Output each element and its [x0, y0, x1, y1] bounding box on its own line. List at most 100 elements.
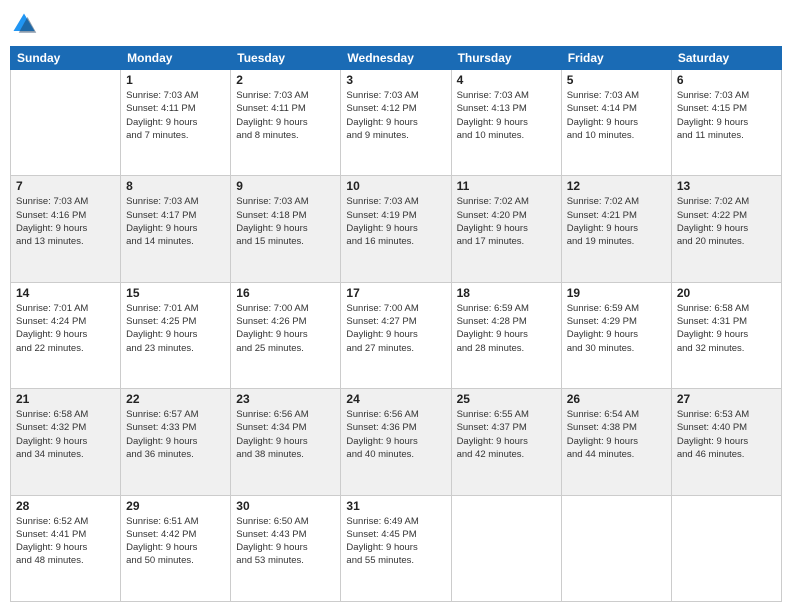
day-number: 5 [567, 73, 666, 87]
day-info: Sunrise: 6:52 AMSunset: 4:41 PMDaylight:… [16, 515, 115, 568]
calendar-table: SundayMondayTuesdayWednesdayThursdayFrid… [10, 46, 782, 602]
day-info: Sunrise: 7:02 AMSunset: 4:22 PMDaylight:… [677, 195, 776, 248]
calendar-cell: 8 Sunrise: 7:03 AMSunset: 4:17 PMDaylight… [121, 176, 231, 282]
day-number: 15 [126, 286, 225, 300]
header [10, 10, 782, 38]
weekday-header: Monday [121, 47, 231, 70]
calendar-cell: 18 Sunrise: 6:59 AMSunset: 4:28 PMDayligh… [451, 282, 561, 388]
calendar-cell: 24 Sunrise: 6:56 AMSunset: 4:36 PMDayligh… [341, 389, 451, 495]
calendar-header-row: SundayMondayTuesdayWednesdayThursdayFrid… [11, 47, 782, 70]
day-number: 23 [236, 392, 335, 406]
calendar-cell: 7 Sunrise: 7:03 AMSunset: 4:16 PMDaylight… [11, 176, 121, 282]
day-info: Sunrise: 7:01 AMSunset: 4:25 PMDaylight:… [126, 302, 225, 355]
calendar-cell: 5 Sunrise: 7:03 AMSunset: 4:14 PMDaylight… [561, 70, 671, 176]
calendar-cell: 10 Sunrise: 7:03 AMSunset: 4:19 PMDayligh… [341, 176, 451, 282]
calendar-cell: 30 Sunrise: 6:50 AMSunset: 4:43 PMDayligh… [231, 495, 341, 601]
calendar-cell [561, 495, 671, 601]
day-number: 18 [457, 286, 556, 300]
calendar-cell: 17 Sunrise: 7:00 AMSunset: 4:27 PMDayligh… [341, 282, 451, 388]
weekday-header: Wednesday [341, 47, 451, 70]
calendar-cell: 6 Sunrise: 7:03 AMSunset: 4:15 PMDaylight… [671, 70, 781, 176]
calendar-week-row: 14 Sunrise: 7:01 AMSunset: 4:24 PMDayligh… [11, 282, 782, 388]
page: SundayMondayTuesdayWednesdayThursdayFrid… [0, 0, 792, 612]
calendar-cell: 22 Sunrise: 6:57 AMSunset: 4:33 PMDayligh… [121, 389, 231, 495]
calendar-cell: 28 Sunrise: 6:52 AMSunset: 4:41 PMDayligh… [11, 495, 121, 601]
day-info: Sunrise: 7:03 AMSunset: 4:17 PMDaylight:… [126, 195, 225, 248]
day-info: Sunrise: 7:03 AMSunset: 4:15 PMDaylight:… [677, 89, 776, 142]
day-info: Sunrise: 6:58 AMSunset: 4:32 PMDaylight:… [16, 408, 115, 461]
day-number: 31 [346, 499, 445, 513]
day-number: 22 [126, 392, 225, 406]
calendar-cell: 19Sunrise: 6:59 AMSunset: 4:29 PMDayligh… [561, 282, 671, 388]
day-info: Sunrise: 7:03 AMSunset: 4:12 PMDaylight:… [346, 89, 445, 142]
calendar-cell: 4 Sunrise: 7:03 AMSunset: 4:13 PMDaylight… [451, 70, 561, 176]
day-info: Sunrise: 6:57 AMSunset: 4:33 PMDaylight:… [126, 408, 225, 461]
day-number: 7 [16, 179, 115, 193]
logo-icon [10, 10, 38, 38]
day-number: 13 [677, 179, 776, 193]
calendar-cell [11, 70, 121, 176]
day-info: Sunrise: 6:56 AMSunset: 4:34 PMDaylight:… [236, 408, 335, 461]
day-info: Sunrise: 6:56 AMSunset: 4:36 PMDaylight:… [346, 408, 445, 461]
day-info: Sunrise: 6:50 AMSunset: 4:43 PMDaylight:… [236, 515, 335, 568]
day-info: Sunrise: 6:59 AMSunset: 4:28 PMDaylight:… [457, 302, 556, 355]
day-info: Sunrise: 7:00 AMSunset: 4:27 PMDaylight:… [346, 302, 445, 355]
calendar-cell: 20 Sunrise: 6:58 AMSunset: 4:31 PMDayligh… [671, 282, 781, 388]
day-number: 21 [16, 392, 115, 406]
logo [10, 10, 42, 38]
day-number: 29 [126, 499, 225, 513]
calendar-cell: 16Sunrise: 7:00 AMSunset: 4:26 PMDayligh… [231, 282, 341, 388]
day-info: Sunrise: 7:03 AMSunset: 4:16 PMDaylight:… [16, 195, 115, 248]
day-number: 4 [457, 73, 556, 87]
calendar-cell: 23 Sunrise: 6:56 AMSunset: 4:34 PMDayligh… [231, 389, 341, 495]
day-number: 30 [236, 499, 335, 513]
day-number: 6 [677, 73, 776, 87]
day-info: Sunrise: 7:03 AMSunset: 4:11 PMDaylight:… [126, 89, 225, 142]
day-number: 24 [346, 392, 445, 406]
calendar-cell: 25Sunrise: 6:55 AMSunset: 4:37 PMDayligh… [451, 389, 561, 495]
weekday-header: Thursday [451, 47, 561, 70]
day-number: 11 [457, 179, 556, 193]
day-info: Sunrise: 6:53 AMSunset: 4:40 PMDaylight:… [677, 408, 776, 461]
calendar-cell: 29 Sunrise: 6:51 AMSunset: 4:42 PMDayligh… [121, 495, 231, 601]
day-info: Sunrise: 7:01 AMSunset: 4:24 PMDaylight:… [16, 302, 115, 355]
calendar-cell: 14 Sunrise: 7:01 AMSunset: 4:24 PMDayligh… [11, 282, 121, 388]
day-number: 12 [567, 179, 666, 193]
day-info: Sunrise: 6:54 AMSunset: 4:38 PMDaylight:… [567, 408, 666, 461]
day-number: 20 [677, 286, 776, 300]
calendar-cell [451, 495, 561, 601]
day-info: Sunrise: 7:03 AMSunset: 4:14 PMDaylight:… [567, 89, 666, 142]
calendar-cell [671, 495, 781, 601]
day-number: 10 [346, 179, 445, 193]
weekday-header: Tuesday [231, 47, 341, 70]
day-info: Sunrise: 7:00 AMSunset: 4:26 PMDaylight:… [236, 302, 335, 355]
day-info: Sunrise: 7:03 AMSunset: 4:11 PMDaylight:… [236, 89, 335, 142]
calendar-cell: 3 Sunrise: 7:03 AMSunset: 4:12 PMDaylight… [341, 70, 451, 176]
calendar-cell: 31 Sunrise: 6:49 AMSunset: 4:45 PMDayligh… [341, 495, 451, 601]
day-number: 17 [346, 286, 445, 300]
day-info: Sunrise: 6:51 AMSunset: 4:42 PMDaylight:… [126, 515, 225, 568]
day-number: 28 [16, 499, 115, 513]
calendar-cell: 13 Sunrise: 7:02 AMSunset: 4:22 PMDayligh… [671, 176, 781, 282]
calendar-cell: 21 Sunrise: 6:58 AMSunset: 4:32 PMDayligh… [11, 389, 121, 495]
day-number: 1 [126, 73, 225, 87]
day-info: Sunrise: 7:03 AMSunset: 4:13 PMDaylight:… [457, 89, 556, 142]
day-number: 9 [236, 179, 335, 193]
day-number: 3 [346, 73, 445, 87]
day-number: 8 [126, 179, 225, 193]
calendar-week-row: 21 Sunrise: 6:58 AMSunset: 4:32 PMDayligh… [11, 389, 782, 495]
calendar-cell: 26 Sunrise: 6:54 AMSunset: 4:38 PMDayligh… [561, 389, 671, 495]
day-info: Sunrise: 7:03 AMSunset: 4:19 PMDaylight:… [346, 195, 445, 248]
calendar-week-row: 28 Sunrise: 6:52 AMSunset: 4:41 PMDayligh… [11, 495, 782, 601]
day-number: 14 [16, 286, 115, 300]
day-info: Sunrise: 6:58 AMSunset: 4:31 PMDaylight:… [677, 302, 776, 355]
day-number: 25 [457, 392, 556, 406]
weekday-header: Sunday [11, 47, 121, 70]
day-number: 26 [567, 392, 666, 406]
calendar-cell: 12Sunrise: 7:02 AMSunset: 4:21 PMDayligh… [561, 176, 671, 282]
day-info: Sunrise: 6:59 AMSunset: 4:29 PMDaylight:… [567, 302, 666, 355]
day-info: Sunrise: 6:49 AMSunset: 4:45 PMDaylight:… [346, 515, 445, 568]
calendar-cell: 27Sunrise: 6:53 AMSunset: 4:40 PMDayligh… [671, 389, 781, 495]
calendar-cell: 2Sunrise: 7:03 AMSunset: 4:11 PMDaylight… [231, 70, 341, 176]
calendar-cell: 11Sunrise: 7:02 AMSunset: 4:20 PMDayligh… [451, 176, 561, 282]
